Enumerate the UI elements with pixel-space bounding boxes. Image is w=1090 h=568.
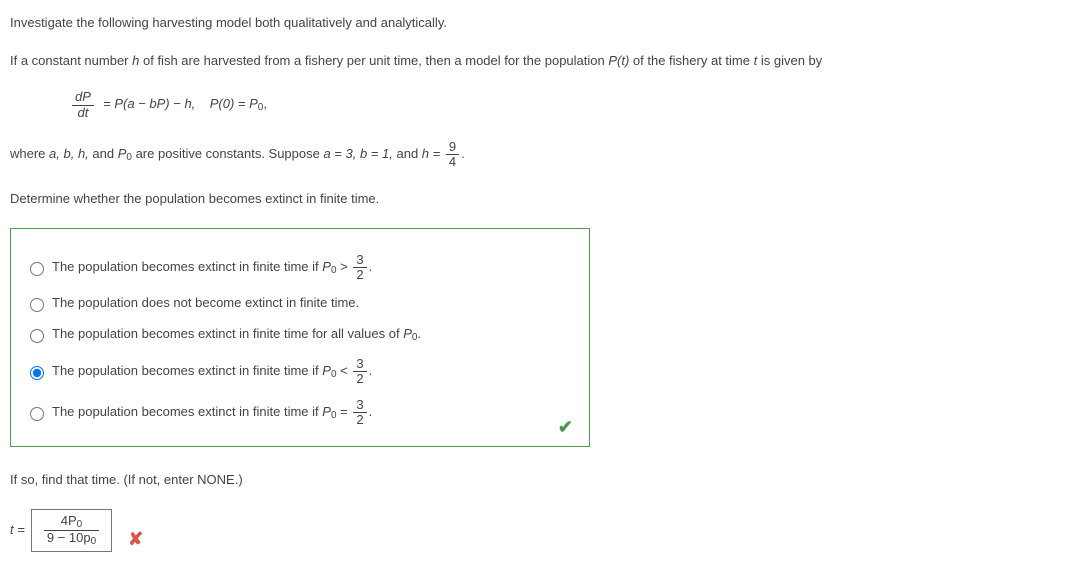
eq-sym: = xyxy=(340,404,351,419)
var-t: t xyxy=(754,53,758,68)
text: and xyxy=(396,146,421,161)
text: are positive constants. Suppose xyxy=(136,146,324,161)
frac-num: 3 xyxy=(353,398,366,412)
period: . xyxy=(369,404,373,419)
frac-den: 2 xyxy=(353,371,366,386)
sub-0: 0 xyxy=(331,410,337,421)
sub-0: 0 xyxy=(331,369,337,380)
eq-num: dP xyxy=(72,90,94,104)
var-p: P xyxy=(322,404,331,419)
sub-0: 0 xyxy=(126,152,132,163)
period: . xyxy=(461,146,465,161)
ans-num: 4P xyxy=(61,513,77,528)
period: . xyxy=(369,259,373,274)
option-4[interactable]: The population becomes extinct in finite… xyxy=(25,357,575,387)
radio-4[interactable] xyxy=(30,366,44,380)
opt-text: The population does not become extinct i… xyxy=(52,294,359,312)
text: is given by xyxy=(761,53,822,68)
sub-0: 0 xyxy=(331,265,337,276)
var-pt: P(t) xyxy=(608,53,629,68)
vals: a = 3, b = 1, xyxy=(323,146,392,161)
frac-num: 3 xyxy=(353,253,366,267)
comma: , xyxy=(263,97,267,112)
var-p: P xyxy=(322,363,331,378)
text: and xyxy=(92,146,117,161)
answer-row: t = 4P0 9 − 10p0 ✘ xyxy=(10,509,1080,552)
answer-label: t = xyxy=(10,521,25,539)
lt: < xyxy=(340,363,351,378)
intro-text: Investigate the following harvesting mod… xyxy=(10,14,1080,32)
period: . xyxy=(369,363,373,378)
sub-0: 0 xyxy=(77,519,83,530)
sub-0: 0 xyxy=(91,536,97,547)
text: of fish are harvested from a fishery per… xyxy=(143,53,608,68)
opt-text: The population becomes extinct in finite… xyxy=(52,326,403,341)
text: where xyxy=(10,146,49,161)
cross-icon: ✘ xyxy=(128,527,143,552)
frac-den: 2 xyxy=(353,412,366,427)
radio-1[interactable] xyxy=(30,262,44,276)
var-p: P xyxy=(322,259,331,274)
option-2[interactable]: The population does not become extinct i… xyxy=(25,294,575,312)
var-h: h xyxy=(132,53,139,68)
period: . xyxy=(417,326,421,341)
question-2: If so, find that time. (If not, enter NO… xyxy=(10,471,1080,489)
radio-3[interactable] xyxy=(30,329,44,343)
option-5[interactable]: The population becomes extinct in finite… xyxy=(25,398,575,428)
question-1: Determine whether the population becomes… xyxy=(10,190,1080,208)
eq-den: dt xyxy=(72,105,94,120)
where-text: where a, b, h, and P0 are positive const… xyxy=(10,140,1080,170)
frac-den: 4 xyxy=(446,154,459,169)
text: of the fishery at time xyxy=(633,53,754,68)
frac-num: 9 xyxy=(446,140,459,154)
check-icon: ✔ xyxy=(558,415,573,440)
eq-body: = P(a − bP) − h, P(0) = P xyxy=(100,97,258,112)
premise-text: If a constant number h of fish are harve… xyxy=(10,52,1080,70)
option-3[interactable]: The population becomes extinct in finite… xyxy=(25,325,575,345)
equation: dP dt = P(a − bP) − h, P(0) = P0, xyxy=(70,90,1080,120)
frac-den: 2 xyxy=(353,267,366,282)
opt-text: The population becomes extinct in finite… xyxy=(52,404,322,419)
answer-input[interactable]: 4P0 9 − 10p0 xyxy=(31,509,112,552)
radio-2[interactable] xyxy=(30,298,44,312)
vars: a, b, h, xyxy=(49,146,89,161)
text: If a constant number xyxy=(10,53,132,68)
gt: > xyxy=(340,259,351,274)
opt-text: The population becomes extinct in finite… xyxy=(52,259,322,274)
ans-den: 9 − 10p xyxy=(47,530,91,545)
var-h-eq: h = xyxy=(422,146,444,161)
option-1[interactable]: The population becomes extinct in finite… xyxy=(25,253,575,283)
frac-num: 3 xyxy=(353,357,366,371)
var-p: P xyxy=(403,326,412,341)
radio-5[interactable] xyxy=(30,407,44,421)
options-box: The population becomes extinct in finite… xyxy=(10,228,590,447)
opt-text: The population becomes extinct in finite… xyxy=(52,363,322,378)
